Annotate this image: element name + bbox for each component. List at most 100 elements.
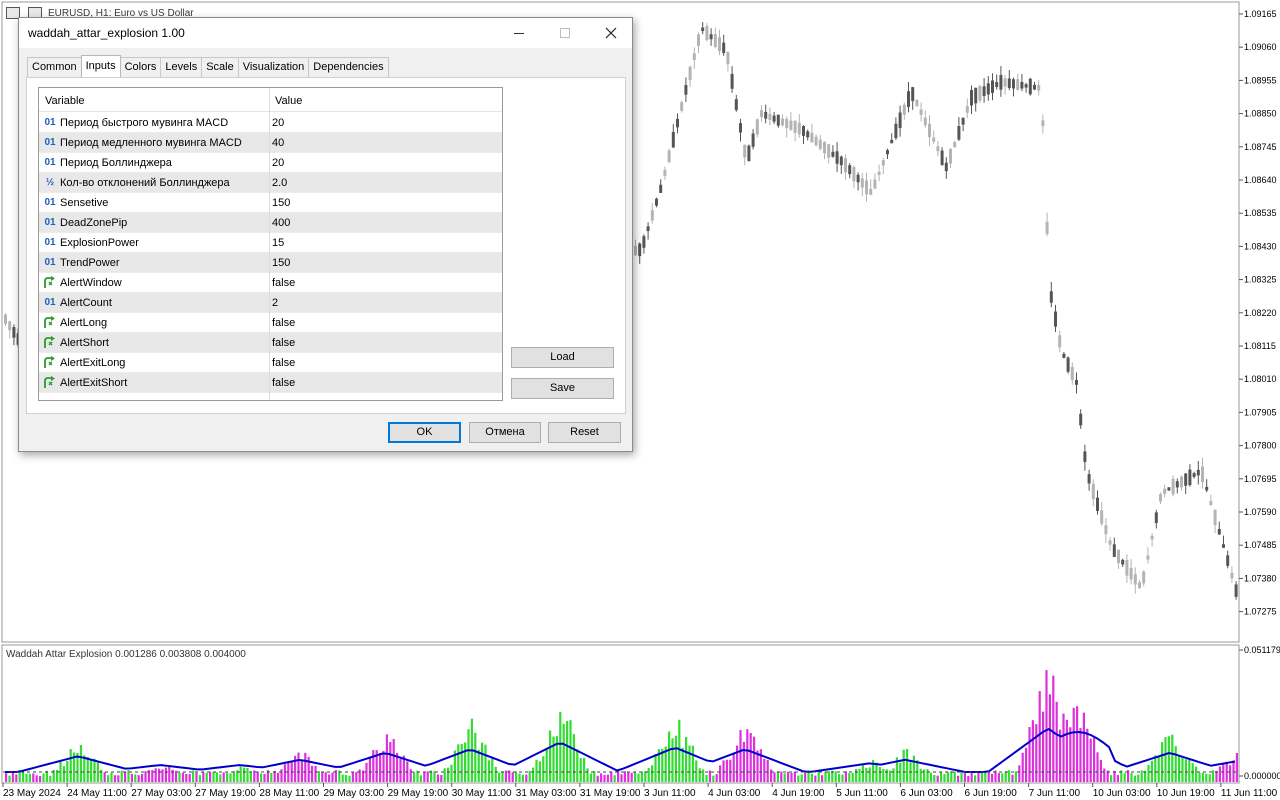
candle-body xyxy=(789,120,793,130)
input-value[interactable]: 400 xyxy=(272,217,290,229)
input-row[interactable]: AlertWindow false xyxy=(39,273,502,293)
tab-levels[interactable]: Levels xyxy=(160,57,203,77)
close-button[interactable] xyxy=(588,18,634,48)
histogram-bar xyxy=(1222,764,1225,782)
column-header-variable[interactable]: Variable xyxy=(45,95,85,107)
input-value[interactable]: 2.0 xyxy=(272,177,287,189)
candle-body xyxy=(890,139,894,144)
input-row[interactable]: 01 Sensetive 150 xyxy=(39,193,502,213)
input-row[interactable]: AlertShort false xyxy=(39,333,502,353)
time-label: 10 Jun 19:00 xyxy=(1157,788,1215,799)
input-row[interactable]: 01 Период Боллинджера 20 xyxy=(39,153,502,173)
histogram-bar xyxy=(113,775,116,782)
reset-button[interactable]: Reset xyxy=(548,422,621,443)
candle-body xyxy=(667,150,671,163)
candle-body xyxy=(785,118,789,129)
column-header-value[interactable]: Value xyxy=(275,95,302,107)
histogram-bar xyxy=(623,771,626,782)
tab-dependencies[interactable]: Dependencies xyxy=(308,57,389,77)
tab-inputs[interactable]: Inputs xyxy=(80,55,121,77)
input-value[interactable]: 20 xyxy=(272,157,284,169)
histogram-bar xyxy=(42,773,45,782)
ok-button[interactable]: OK xyxy=(388,422,461,443)
candle-body xyxy=(1125,560,1129,576)
histogram-bar xyxy=(559,711,562,782)
input-value[interactable]: 150 xyxy=(272,257,290,269)
input-row[interactable]: AlertExitLong false xyxy=(39,353,502,373)
save-button[interactable]: Save xyxy=(511,378,614,399)
candle-body xyxy=(650,210,654,221)
maximize-button[interactable] xyxy=(542,18,588,48)
histogram-bar xyxy=(589,773,592,782)
candle-body xyxy=(810,132,814,143)
tab-visualization[interactable]: Visualization xyxy=(237,57,310,77)
input-row[interactable]: 01 AlertCount 2 xyxy=(39,293,502,313)
candle-body xyxy=(701,27,705,32)
input-value[interactable]: false xyxy=(272,317,295,329)
minimize-button[interactable] xyxy=(496,18,542,48)
candle-body xyxy=(705,25,709,41)
histogram-bar xyxy=(1161,742,1164,782)
histogram-bar xyxy=(202,772,205,782)
histogram-bar xyxy=(984,771,987,782)
candle-body xyxy=(919,109,923,115)
input-value[interactable]: false xyxy=(272,377,295,389)
column-separator[interactable] xyxy=(269,88,270,400)
price-label: 1.07275 xyxy=(1244,607,1277,617)
candle-body xyxy=(1037,85,1041,91)
tab-common[interactable]: Common xyxy=(27,57,82,77)
histogram-bar xyxy=(552,736,555,782)
histogram-bar xyxy=(103,772,106,782)
price-label: 1.07905 xyxy=(1244,407,1277,417)
input-name: Кол-во отклонений Боллинджера xyxy=(60,177,230,189)
time-label: 5 Jun 11:00 xyxy=(836,788,888,799)
input-value[interactable]: 40 xyxy=(272,137,284,149)
histogram-bar xyxy=(1089,738,1092,782)
candle-body xyxy=(718,37,721,52)
histogram-bar xyxy=(1052,675,1055,782)
candle-body xyxy=(911,87,915,102)
input-row[interactable]: 01 Период медленного мувинга MACD 40 xyxy=(39,133,502,153)
histogram-bar xyxy=(117,775,120,782)
histogram-bar xyxy=(96,761,99,782)
histogram-bar xyxy=(45,770,48,782)
input-value[interactable]: false xyxy=(272,337,295,349)
input-value[interactable]: 15 xyxy=(272,237,284,249)
histogram-bar xyxy=(858,769,861,782)
histogram-bar xyxy=(804,772,807,782)
cancel-button[interactable]: Отмена xyxy=(469,422,541,443)
histogram-bar xyxy=(464,742,467,782)
input-value[interactable]: false xyxy=(272,277,295,289)
input-row[interactable]: 01 Период быстрого мувинга MACD 20 xyxy=(39,113,502,133)
time-label: 27 May 19:00 xyxy=(195,788,256,799)
candle-body xyxy=(1117,549,1120,563)
histogram-bar xyxy=(1028,727,1031,782)
histogram-bar xyxy=(776,771,779,782)
price-label: 1.08115 xyxy=(1244,341,1276,351)
candle-body xyxy=(739,123,742,133)
histogram-bar xyxy=(810,773,813,782)
input-row[interactable]: AlertExitShort false xyxy=(39,373,502,393)
input-row[interactable]: ½ Кол-во отклонений Боллинджера 2.0 xyxy=(39,173,502,193)
input-value[interactable]: 20 xyxy=(272,117,284,129)
histogram-bar xyxy=(450,764,453,782)
histogram-bar xyxy=(929,772,932,782)
input-value[interactable]: false xyxy=(272,357,295,369)
tab-scale[interactable]: Scale xyxy=(201,57,239,77)
candle-body xyxy=(1058,335,1062,348)
histogram-bar xyxy=(1181,756,1184,782)
input-value[interactable]: 150 xyxy=(272,197,290,209)
dialog-titlebar[interactable]: waddah_attar_explosion 1.00 xyxy=(19,18,632,48)
input-row[interactable]: 01 ExplosionPower 15 xyxy=(39,233,502,253)
histogram-bar xyxy=(753,736,756,782)
input-value[interactable]: 2 xyxy=(272,297,278,309)
histogram-bar xyxy=(691,745,694,782)
histogram-bar xyxy=(1218,766,1221,782)
load-button[interactable]: Load xyxy=(511,347,614,368)
input-row[interactable]: AlertLong false xyxy=(39,313,502,333)
histogram-bar xyxy=(844,771,847,782)
input-row[interactable]: 01 DeadZonePip 400 xyxy=(39,213,502,233)
input-row[interactable]: 01 TrendPower 150 xyxy=(39,253,502,273)
candle-body xyxy=(881,160,885,166)
tab-colors[interactable]: Colors xyxy=(119,57,162,77)
